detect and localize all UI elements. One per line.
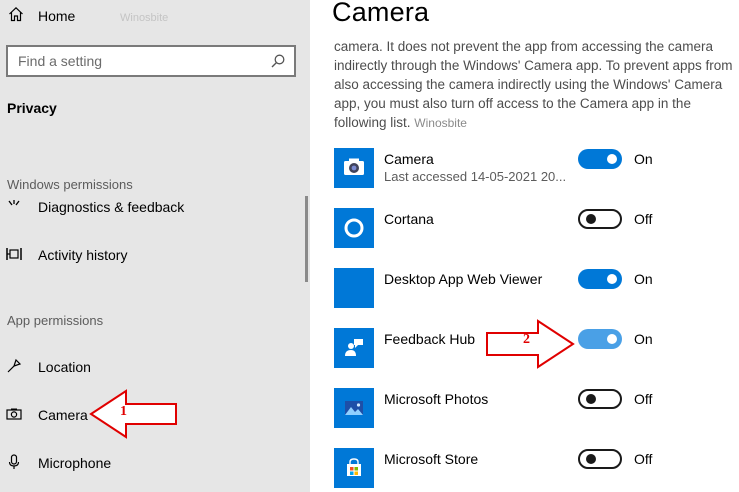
toggle-knob [607,334,617,344]
feedback-hub-icon [334,328,374,368]
toggle-state-label: On [634,151,653,167]
search-icon[interactable] [270,53,286,69]
camera-app-icon [334,148,374,188]
app-name: Camera [384,151,434,167]
sidebar-item-diagnostics[interactable]: Diagnostics & feedback [6,195,184,219]
sidebar-item-activity-history[interactable]: Activity history [6,243,127,267]
toggle-state-label: Off [634,391,653,407]
cortana-icon [334,208,374,248]
toggle-knob [607,274,617,284]
toggle-knob [607,154,617,164]
home-icon [8,6,24,27]
app-row-camera: Camera Last accessed 14-05-2021 20... On [334,148,739,188]
app-row-microsoft-store: Microsoft Store Off [334,448,739,488]
app-row-cortana: Cortana Off [334,208,739,248]
toggle-knob [586,214,596,224]
sidebar-item-camera[interactable]: Camera [6,403,88,427]
sidebar-item-label: Microphone [38,455,112,471]
camera-settings-pane: Camera camera. It does not prevent the a… [310,0,739,492]
home-label: Home [38,8,76,24]
activity-history-icon [6,246,22,265]
home-nav-item[interactable]: Home [8,4,75,28]
sidebar-item-microphone[interactable]: Microphone [6,451,111,475]
sidebar-scrollbar[interactable] [305,196,308,282]
app-name: Microsoft Store [384,451,479,467]
photos-icon [334,388,374,428]
store-access-toggle[interactable] [578,449,622,469]
app-last-accessed: Last accessed 14-05-2021 20... [384,169,567,184]
search-box[interactable] [6,45,296,77]
sidebar-item-location[interactable]: Location [6,355,91,379]
feedback-hub-access-toggle[interactable] [578,329,622,349]
sidebar-item-label: Location [38,359,91,375]
location-icon [6,358,22,377]
sidebar-item-label: Activity history [38,247,128,263]
diagnostics-icon [6,198,22,217]
toggle-knob [586,394,596,404]
camera-icon [6,406,22,425]
annotation-arrow-1 [89,389,177,439]
camera-description: camera. It does not prevent the app from… [334,37,734,133]
microphone-icon [6,453,22,473]
toggle-state-label: Off [634,211,653,227]
camera-access-toggle[interactable] [578,149,622,169]
search-input[interactable] [8,47,294,75]
toggle-knob [586,454,596,464]
windows-permissions-header: Windows permissions [7,177,133,192]
app-permissions-header: App permissions [7,313,104,328]
store-icon [334,448,374,488]
page-title: Camera [332,0,430,27]
annotation-arrow-2 [486,319,575,369]
watermark-text: Winosbite [120,12,169,24]
web-viewer-icon [334,268,374,308]
app-name: Desktop App Web Viewer [384,271,543,287]
photos-access-toggle[interactable] [578,389,622,409]
app-name: Feedback Hub [384,331,476,347]
app-name: Cortana [384,211,434,227]
toggle-state-label: On [634,331,653,347]
watermark-text: Winosbite [414,116,467,130]
sidebar-section-title: Privacy [7,100,57,116]
cortana-access-toggle[interactable] [578,209,622,229]
annotation-number-2: 2 [523,332,530,347]
app-name: Microsoft Photos [384,391,489,407]
app-row-desktop-app-web-viewer: Desktop App Web Viewer On [334,268,739,308]
web-viewer-access-toggle[interactable] [578,269,622,289]
app-row-microsoft-photos: Microsoft Photos Off [334,388,739,428]
toggle-state-label: Off [634,451,653,467]
toggle-state-label: On [634,271,653,287]
description-text: camera. It does not prevent the app from… [334,39,733,130]
sidebar-item-label: Camera [38,407,88,423]
annotation-number-1: 1 [120,404,127,419]
sidebar-item-label: Diagnostics & feedback [38,199,185,215]
